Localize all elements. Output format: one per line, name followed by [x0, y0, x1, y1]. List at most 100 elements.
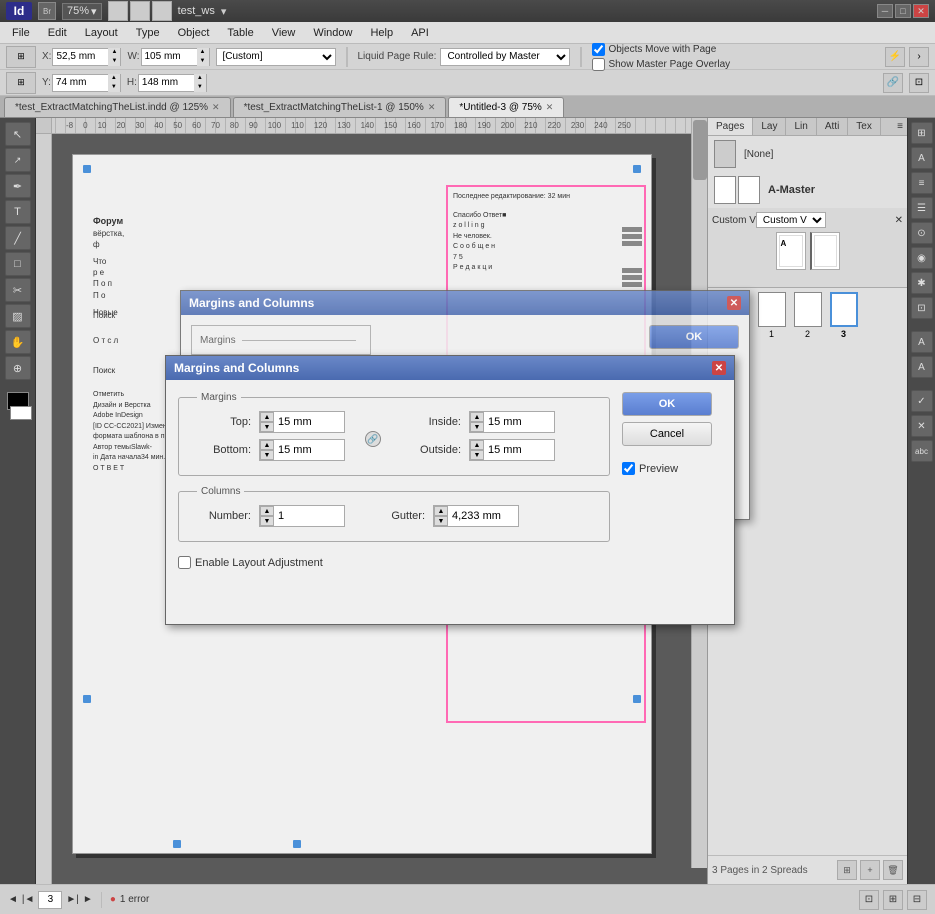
y-down[interactable]: ▼: [108, 83, 120, 92]
bottom-value[interactable]: [274, 440, 344, 460]
top-input[interactable]: ▲ ▼: [259, 411, 345, 433]
zoom-control[interactable]: 75% ▾: [62, 3, 102, 20]
gutter-value[interactable]: [448, 506, 518, 526]
bottom-spin-up[interactable]: ▲: [260, 440, 274, 450]
dialog-back-ok[interactable]: OK: [649, 325, 739, 349]
objects-move-checkbox[interactable]: [592, 43, 605, 56]
far-right-btn-10[interactable]: A: [911, 356, 933, 378]
show-master-checkbox[interactable]: [592, 58, 605, 71]
new-page-btn[interactable]: +: [860, 860, 880, 880]
scissors-tool[interactable]: ✂: [5, 278, 31, 302]
top-spin-up[interactable]: ▲: [260, 412, 274, 422]
selection-tool[interactable]: ↖: [5, 122, 31, 146]
menu-file[interactable]: File: [4, 25, 38, 41]
prev-page-btn[interactable]: ◄: [8, 894, 18, 905]
far-right-btn-4[interactable]: ☰: [911, 197, 933, 219]
liquid-rule-dropdown[interactable]: Controlled by Master: [440, 48, 570, 66]
tab-2[interactable]: *test_ExtractMatchingTheList-1 @ 150% ✕: [233, 97, 447, 117]
tab-layers[interactable]: Lay: [753, 118, 786, 135]
transform-icon[interactable]: ⊞: [6, 46, 36, 68]
minimize-btn[interactable]: ─: [877, 4, 893, 18]
status-icon-3[interactable]: ⊟: [907, 890, 927, 910]
w-up[interactable]: ▲: [197, 48, 209, 57]
page-1-entry[interactable]: 1: [758, 292, 786, 339]
maximize-btn[interactable]: □: [895, 4, 911, 18]
far-right-btn-5[interactable]: ⊙: [911, 222, 933, 244]
page-number-input[interactable]: [38, 891, 62, 909]
gutter-spin-down[interactable]: ▼: [434, 516, 448, 526]
top-value[interactable]: [274, 412, 344, 432]
far-right-btn-2[interactable]: A: [911, 147, 933, 169]
tab-1[interactable]: *test_ExtractMatchingTheList.indd @ 125%…: [4, 97, 231, 117]
x-field[interactable]: [53, 49, 108, 65]
outside-value[interactable]: [484, 440, 554, 460]
menu-window[interactable]: Window: [305, 25, 360, 41]
w-down[interactable]: ▼: [197, 57, 209, 66]
y-up[interactable]: ▲: [108, 74, 120, 83]
direct-tool[interactable]: ↗: [5, 148, 31, 172]
ref-icon[interactable]: ⊡: [909, 73, 929, 93]
next-page-btn[interactable]: ►: [83, 894, 93, 905]
far-right-btn-1[interactable]: ⊞: [911, 122, 933, 144]
outside-input[interactable]: ▲ ▼: [469, 439, 555, 461]
menu-api[interactable]: API: [403, 25, 437, 41]
line-tool[interactable]: ╱: [5, 226, 31, 250]
h-down[interactable]: ▼: [194, 83, 206, 92]
delete-page-btn[interactable]: 🗑: [883, 860, 903, 880]
close-btn[interactable]: ✕: [913, 4, 929, 18]
outside-spin-down[interactable]: ▼: [470, 450, 484, 460]
view-btn-3[interactable]: ⊟: [152, 1, 172, 21]
h-field[interactable]: [139, 75, 194, 91]
inside-spin-down[interactable]: ▼: [470, 422, 484, 432]
title-dropdown-icon[interactable]: ▾: [221, 5, 227, 18]
dialog-ok-btn[interactable]: OK: [622, 392, 712, 416]
tab-pages[interactable]: Pages: [708, 118, 753, 135]
far-right-btn-8[interactable]: ⊡: [911, 297, 933, 319]
none-entry[interactable]: [None]: [708, 136, 907, 172]
inside-spin-up[interactable]: ▲: [470, 412, 484, 422]
x-up[interactable]: ▲: [108, 48, 120, 57]
right-icon[interactable]: ›: [909, 47, 929, 67]
browser-icon[interactable]: Br: [38, 2, 56, 20]
tab-1-close[interactable]: ✕: [212, 102, 220, 113]
menu-edit[interactable]: Edit: [40, 25, 75, 41]
far-right-btn-9[interactable]: A: [911, 331, 933, 353]
view-btn-2[interactable]: ≡: [130, 1, 150, 21]
rect-tool[interactable]: □: [5, 252, 31, 276]
bottom-input[interactable]: ▲ ▼: [259, 439, 345, 461]
view-btn-1[interactable]: ⊞: [108, 1, 128, 21]
show-master-label[interactable]: Show Master Page Overlay: [592, 58, 730, 71]
page-2-entry[interactable]: 2: [794, 292, 822, 339]
tab-attributes[interactable]: Atti: [817, 118, 848, 135]
w-input[interactable]: ▲ ▼: [141, 48, 210, 66]
y-field[interactable]: [53, 75, 108, 91]
dialog-front[interactable]: Margins and Columns ✕ Margins Top:: [165, 355, 735, 625]
x-input[interactable]: ▲ ▼: [52, 48, 121, 66]
tab-3[interactable]: *Untitled-3 @ 75% ✕: [448, 97, 564, 117]
gradient-tool[interactable]: ▨: [5, 304, 31, 328]
new-master-btn[interactable]: ⊞: [837, 860, 857, 880]
far-right-btn-7[interactable]: ✱: [911, 272, 933, 294]
gutter-input[interactable]: ▲ ▼: [433, 505, 519, 527]
menu-help[interactable]: Help: [362, 25, 401, 41]
top-spin-down[interactable]: ▼: [260, 422, 274, 432]
objects-move-label[interactable]: Objects Move with Page: [592, 43, 730, 56]
number-value[interactable]: [274, 506, 344, 526]
far-right-btn-3[interactable]: ≡: [911, 172, 933, 194]
hand-tool[interactable]: ✋: [5, 330, 31, 354]
h-up[interactable]: ▲: [194, 74, 206, 83]
number-spin-down[interactable]: ▼: [260, 516, 274, 526]
text-tool[interactable]: T: [5, 200, 31, 224]
checkmark-btn[interactable]: ✓: [911, 390, 933, 412]
stroke-fill[interactable]: [10, 406, 32, 420]
page-3-entry[interactable]: 3: [830, 292, 858, 339]
a-master-entry[interactable]: A-Master: [708, 172, 907, 208]
lightning-icon[interactable]: ⚡: [885, 47, 905, 67]
dialog-back-close[interactable]: ✕: [727, 296, 741, 310]
custom-panel-dropdown[interactable]: Custom V: [756, 212, 826, 228]
tab-3-close[interactable]: ✕: [546, 102, 554, 113]
menu-object[interactable]: Object: [170, 25, 218, 41]
style-dropdown[interactable]: [Custom]: [216, 48, 336, 66]
chain-icon[interactable]: 🔗: [365, 431, 381, 447]
tab-2-close[interactable]: ✕: [428, 102, 436, 113]
